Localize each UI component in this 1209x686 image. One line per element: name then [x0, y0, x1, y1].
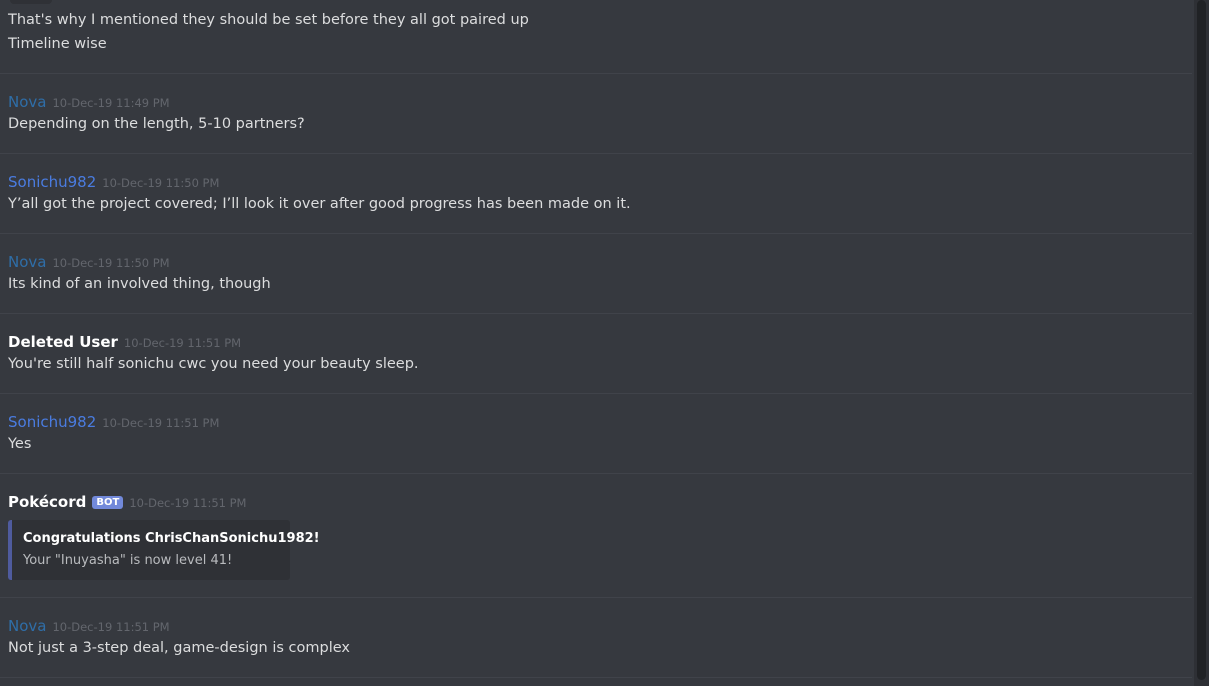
message-header: Sonichu982 10-Dec-19 11:51 PM: [8, 412, 219, 432]
timestamp: 10-Dec-19 11:51 PM: [52, 620, 170, 634]
timestamp: 10-Dec-19 11:49 PM: [52, 96, 170, 110]
username[interactable]: Nova: [8, 617, 46, 635]
message-text: Not just a 3-step deal, game-design is c…: [8, 640, 350, 656]
bot-badge: BOT: [92, 496, 124, 509]
timestamp: 10-Dec-19 11:50 PM: [102, 176, 220, 190]
scrollbar[interactable]: [1194, 0, 1209, 686]
message-group: Nova 10-Dec-19 11:50 PM Its kind of an in…: [0, 234, 1192, 314]
message-text: Its kind of an involved thing, though: [8, 276, 271, 292]
message-header: Sonichu982 10-Dec-19 11:50 PM: [8, 172, 219, 192]
message-list[interactable]: That's why I mentioned they should be se…: [0, 0, 1192, 686]
username[interactable]: Sonichu982: [8, 173, 96, 191]
message-text: Y’all got the project covered; I’ll look…: [8, 196, 631, 212]
username[interactable]: Sonichu982: [8, 413, 96, 431]
message-header: Nova 10-Dec-19 11:51 PM: [8, 616, 170, 636]
message-text: Timeline wise: [8, 36, 107, 52]
message-group: Sonichu982 10-Dec-19 11:50 PM Y’all got t…: [0, 154, 1192, 234]
message-group: Sonichu982 10-Dec-19 11:51 PM Yes: [0, 394, 1192, 474]
message-group: That's why I mentioned they should be se…: [0, 0, 1192, 74]
message-header: Pokécord BOT 10-Dec-19 11:51 PM: [8, 492, 246, 512]
message-text: That's why I mentioned they should be se…: [8, 12, 529, 28]
timestamp: 10-Dec-19 11:51 PM: [102, 416, 220, 430]
message-header: Nova 10-Dec-19 11:50 PM: [8, 252, 170, 272]
message-text: Depending on the length, 5-10 partners?: [8, 116, 305, 132]
timestamp: 10-Dec-19 11:51 PM: [123, 336, 242, 350]
message-group: Deleted User 10-Dec-19 11:51 PM You're st…: [0, 314, 1192, 394]
embed-title: Congratulations ChrisChanSonichu1982!: [23, 531, 320, 546]
username[interactable]: Nova: [8, 93, 46, 111]
message-text: Yes: [8, 436, 32, 452]
embed-description: Your "Inuyasha" is now level 41!: [23, 553, 233, 568]
message-text: You're still half sonichu cwc you need y…: [8, 356, 419, 372]
message-header: Nova 10-Dec-19 11:49 PM: [8, 92, 170, 112]
timestamp: 10-Dec-19 11:50 PM: [52, 256, 170, 270]
message-group: Nova 10-Dec-19 11:51 PM Not just a 3-step…: [0, 598, 1192, 678]
username[interactable]: Nova: [8, 253, 46, 271]
username[interactable]: Pokécord: [8, 493, 86, 511]
message-group: Pokécord BOT 10-Dec-19 11:51 PM Congratula…: [0, 474, 1192, 598]
scrollbar-thumb[interactable]: [1197, 0, 1206, 680]
bot-embed: Congratulations ChrisChanSonichu1982! Yo…: [8, 520, 320, 580]
username[interactable]: Deleted User: [8, 333, 118, 351]
message-header: Deleted User 10-Dec-19 11:51 PM: [8, 332, 241, 352]
timestamp: 10-Dec-19 11:51 PM: [129, 496, 247, 510]
message-group: Nova 10-Dec-19 11:49 PM Depending on the …: [0, 74, 1192, 154]
